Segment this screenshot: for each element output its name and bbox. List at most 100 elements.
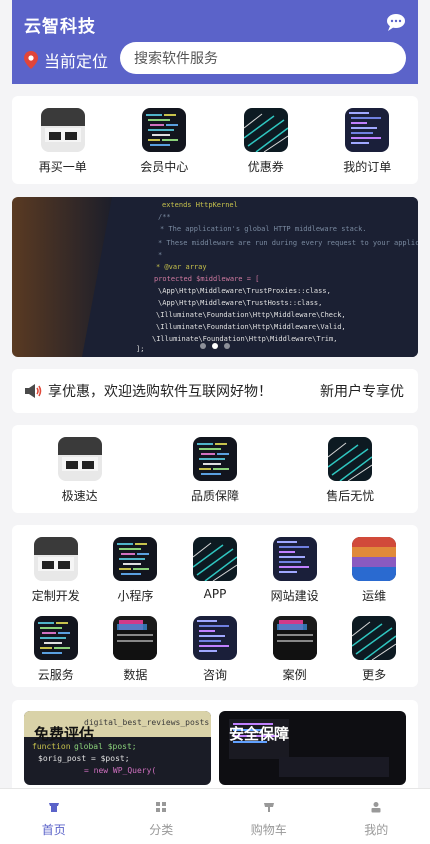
tab-profile[interactable]: 我的 <box>323 789 430 844</box>
category-more[interactable]: 更多 <box>334 616 414 683</box>
app-thumbnail <box>193 537 237 581</box>
promo-card-security[interactable]: 安全保障 <box>219 711 406 785</box>
quality-thumbnail <box>193 437 237 481</box>
quick-link-label: 会员中心 <box>140 160 189 174</box>
categories-card: 定制开发 小程序 APP 网站建设 运维 云服务 数据 咨询 案例 更多 <box>12 525 418 687</box>
quick-link-my-orders[interactable]: 我的订单 <box>327 108 407 175</box>
category-label: 咨询 <box>202 668 227 682</box>
quick-link-label: 再买一单 <box>38 160 87 174</box>
quick-link-coupons[interactable]: 优惠券 <box>226 108 306 175</box>
category-label: 网站建设 <box>270 589 319 603</box>
notice-text: 享优惠，欢迎选购软件互联网好物！ <box>48 384 272 400</box>
grid-icon <box>156 802 167 812</box>
category-label: 小程序 <box>117 589 154 603</box>
category-label: 运维 <box>362 589 387 603</box>
category-label: 更多 <box>362 668 387 682</box>
more-thumbnail <box>352 616 396 660</box>
tab-label: 分类 <box>149 823 174 837</box>
home-icon <box>48 803 59 812</box>
svg-text:* These middleware are run dur: * These middleware are run during every … <box>158 239 418 247</box>
category-cloud[interactable]: 云服务 <box>16 616 96 683</box>
location-label: 当前定位 <box>44 52 109 71</box>
location-selector[interactable]: 当前定位 <box>24 48 108 72</box>
quick-link-label: 我的订单 <box>343 160 392 174</box>
speaker-icon <box>25 384 42 398</box>
category-website[interactable]: 网站建设 <box>255 537 335 604</box>
category-data[interactable]: 数据 <box>96 616 176 683</box>
svg-text:extends HttpKernel: extends HttpKernel <box>162 201 238 209</box>
header-bar: 云智科技 当前定位 搜索软件服务 <box>12 0 418 84</box>
rebuy-thumbnail <box>41 108 85 152</box>
category-consulting[interactable]: 咨询 <box>175 616 255 683</box>
feature-after-sales[interactable]: 售后无忧 <box>290 437 410 504</box>
feature-quality[interactable]: 品质保障 <box>155 437 275 504</box>
category-cases[interactable]: 案例 <box>255 616 335 683</box>
category-mini-program[interactable]: 小程序 <box>96 537 176 604</box>
member-center-thumbnail <box>142 108 186 152</box>
quick-link-rebuy[interactable]: 再买一单 <box>23 108 103 175</box>
custom-dev-thumbnail <box>34 537 78 581</box>
tab-label: 购物车 <box>250 823 287 837</box>
quick-link-member-center[interactable]: 会员中心 <box>124 108 204 175</box>
chat-icon[interactable] <box>384 12 406 32</box>
cases-thumbnail <box>273 616 317 660</box>
notice-bar[interactable]: 享优惠，欢迎选购软件互联网好物！ 新用户专享优 <box>12 369 418 413</box>
svg-text:= new WP_Query(: = new WP_Query( <box>84 766 156 775</box>
banner-code-image: extends HttpKernel /** * The application… <box>12 197 418 357</box>
hero-banner[interactable]: extends HttpKernel /** * The application… <box>12 197 418 357</box>
svg-text:\App\Http\Middleware\TrustProx: \App\Http\Middleware\TrustProxies::class… <box>158 287 331 295</box>
svg-text:\Illuminate\Foundation\Http\Mi: \Illuminate\Foundation\Http\Middleware\T… <box>152 335 337 343</box>
svg-text:*: * <box>158 251 162 259</box>
svg-text:$orig_post = $post;: $orig_post = $post; <box>38 754 130 763</box>
feature-label: 极速达 <box>61 489 98 503</box>
category-label: 数据 <box>123 668 148 682</box>
cart-icon <box>263 803 274 812</box>
svg-text:/**: /** <box>158 213 171 221</box>
category-label: APP <box>203 587 227 601</box>
category-custom-dev[interactable]: 定制开发 <box>16 537 96 604</box>
website-thumbnail <box>273 537 317 581</box>
svg-text:* The application's global HTT: * The application's global HTTP middlewa… <box>160 225 367 233</box>
promo-title: 安全保障 <box>229 725 290 743</box>
quick-link-label: 优惠券 <box>247 160 284 174</box>
pagination-dot[interactable] <box>200 343 206 349</box>
brand-title: 云智科技 <box>24 17 96 37</box>
svg-text:* @var array: * @var array <box>156 263 207 271</box>
category-label: 案例 <box>282 668 307 682</box>
svg-text:digital_best_reviews_posts: digital_best_reviews_posts <box>84 718 209 727</box>
svg-text:protected $middleware = [: protected $middleware = [ <box>154 275 259 283</box>
promo-title: 免费评估 <box>34 725 95 743</box>
category-label: 云服务 <box>37 668 74 682</box>
svg-text:\App\Http\Middleware\TrustHost: \App\Http\Middleware\TrustHosts::class, <box>158 299 322 307</box>
feature-label: 售后无忧 <box>326 489 375 503</box>
svg-text:\Illuminate\Foundation\Http\Mi: \Illuminate\Foundation\Http\Middleware\C… <box>156 311 346 319</box>
mini-program-thumbnail <box>113 537 157 581</box>
cloud-thumbnail <box>34 616 78 660</box>
tab-label: 我的 <box>364 823 389 837</box>
pagination-dot-active[interactable] <box>212 343 218 349</box>
pagination-dot[interactable] <box>224 343 230 349</box>
features-card: 极速达 品质保障 售后无忧 <box>12 425 418 513</box>
category-label: 定制开发 <box>31 589 80 603</box>
tab-home[interactable]: 首页 <box>0 789 108 844</box>
promo-card-free-assessment[interactable]: digital_best_reviews_posts function glob… <box>24 711 211 785</box>
consulting-thumbnail <box>193 616 237 660</box>
tab-category[interactable]: 分类 <box>108 789 216 844</box>
promo-section: digital_best_reviews_posts function glob… <box>12 700 418 800</box>
category-ops[interactable]: 运维 <box>334 537 414 604</box>
search-placeholder: 搜索软件服务 <box>134 51 218 67</box>
fast-delivery-thumbnail <box>58 437 102 481</box>
tab-cart[interactable]: 购物车 <box>215 789 323 844</box>
category-app[interactable]: APP <box>175 537 255 604</box>
tab-label: 首页 <box>41 823 66 837</box>
svg-text:\Illuminate\Foundation\Http\Mi: \Illuminate\Foundation\Http\Middleware\V… <box>156 323 346 331</box>
ops-thumbnail <box>352 537 396 581</box>
search-input[interactable]: 搜索软件服务 <box>120 42 406 74</box>
tab-bar: 首页 分类 购物车 我的 <box>0 788 430 844</box>
banner-pagination[interactable] <box>12 343 418 349</box>
data-thumbnail <box>113 616 157 660</box>
user-icon <box>371 802 381 813</box>
feature-fast-delivery[interactable]: 极速达 <box>20 437 140 504</box>
coupons-thumbnail <box>244 108 288 152</box>
location-pin-icon <box>24 51 38 69</box>
